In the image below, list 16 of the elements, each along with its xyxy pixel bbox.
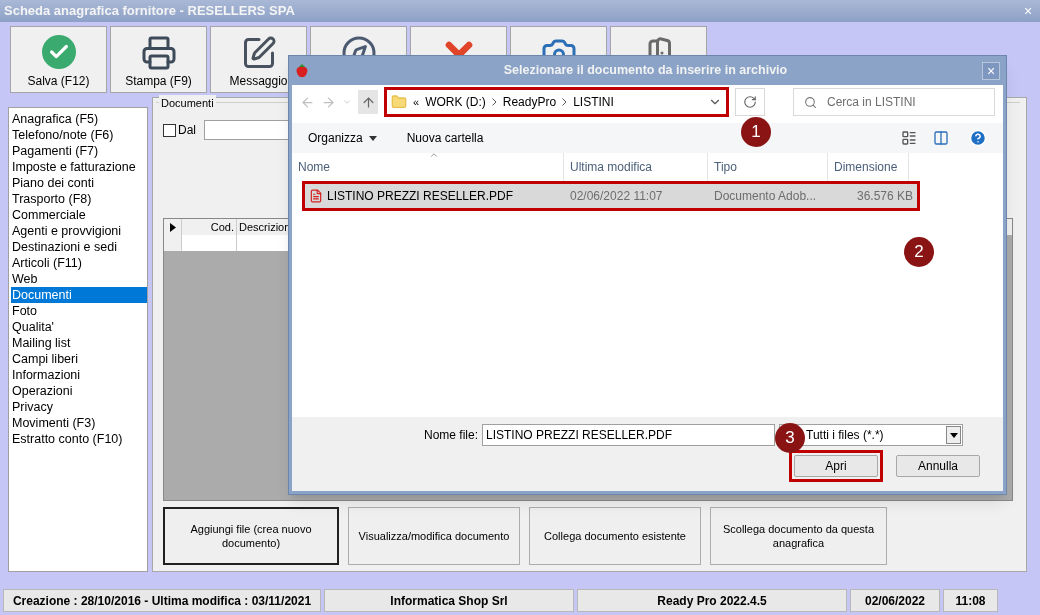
window-title: Scheda anagrafica fornitore - RESELLERS SPA [4,2,295,21]
file-name: LISTINO PREZZI RESELLER.PDF [327,188,514,205]
filename-label: Nome file: [424,427,479,444]
callout-badge: 2 [904,237,934,267]
dialog-title: Selezionare il documento da inserire in archivio [502,62,789,80]
file-type: Documento Adob... [713,188,818,205]
status-cell: 11:08 [943,589,998,612]
file-size: 36.576 KB [855,188,914,205]
status-cell: Creazione : 28/10/2016 - Ultima modifica : 03/11/2021 [3,589,321,612]
checkbox-label: Dal [178,122,196,139]
path-prefix: « [413,94,420,110]
file-date: 02/06/2022 11:07 [569,188,664,205]
status-cell: 02/06/2022 [850,589,940,612]
status-cell: Ready Pro 2022.4.5 [577,589,847,612]
status-cell: Informatica Shop Srl [324,589,574,612]
callout-badge: 1 [741,117,771,147]
